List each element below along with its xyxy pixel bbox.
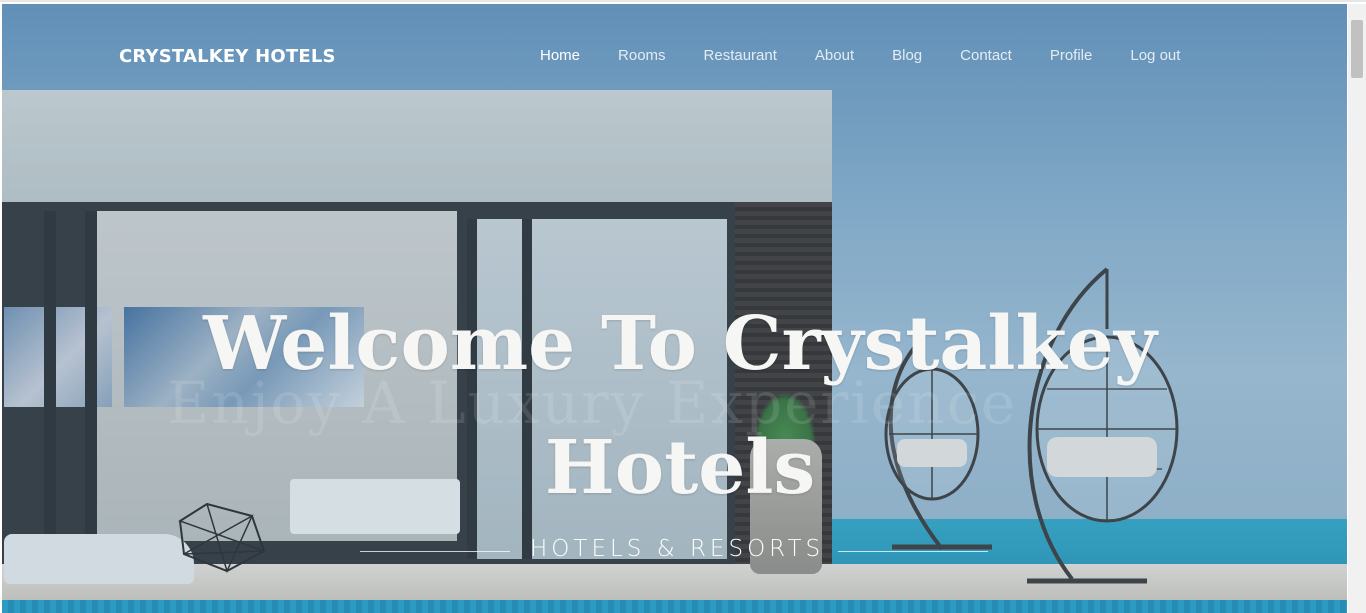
hero-subtitle-block: HOTELS & RESORTS — [360, 536, 988, 566]
nav-rooms[interactable]: Rooms — [618, 47, 666, 64]
nav-logout[interactable]: Log out — [1130, 47, 1180, 64]
nav-contact[interactable]: Contact — [960, 47, 1012, 64]
hero-title-line1: Welcome To Crystalkey — [203, 301, 1157, 387]
scrollbar-track[interactable] — [1348, 4, 1366, 613]
nav-home[interactable]: Home — [540, 47, 580, 64]
nav-blog[interactable]: Blog — [892, 47, 922, 64]
main-navigation: Home Rooms Restaurant About Blog Contact… — [540, 47, 1218, 64]
hero-subtitle: HOTELS & RESORTS — [530, 536, 825, 562]
nav-about[interactable]: About — [815, 47, 854, 64]
hero-title: Welcome To Crystalkey Hotels — [180, 282, 1180, 530]
hero-title-line2: Hotels — [544, 425, 816, 511]
divider-right — [838, 551, 988, 552]
nav-profile[interactable]: Profile — [1050, 47, 1093, 64]
site-logo[interactable]: CRYSTALKEY HOTELS — [119, 46, 336, 67]
divider-left — [360, 551, 510, 552]
nav-restaurant[interactable]: Restaurant — [704, 47, 777, 64]
scrollbar-thumb[interactable] — [1351, 20, 1363, 78]
browser-viewport: Enjoy A Luxury Experience CRYSTALKEY HOT… — [0, 0, 1366, 613]
